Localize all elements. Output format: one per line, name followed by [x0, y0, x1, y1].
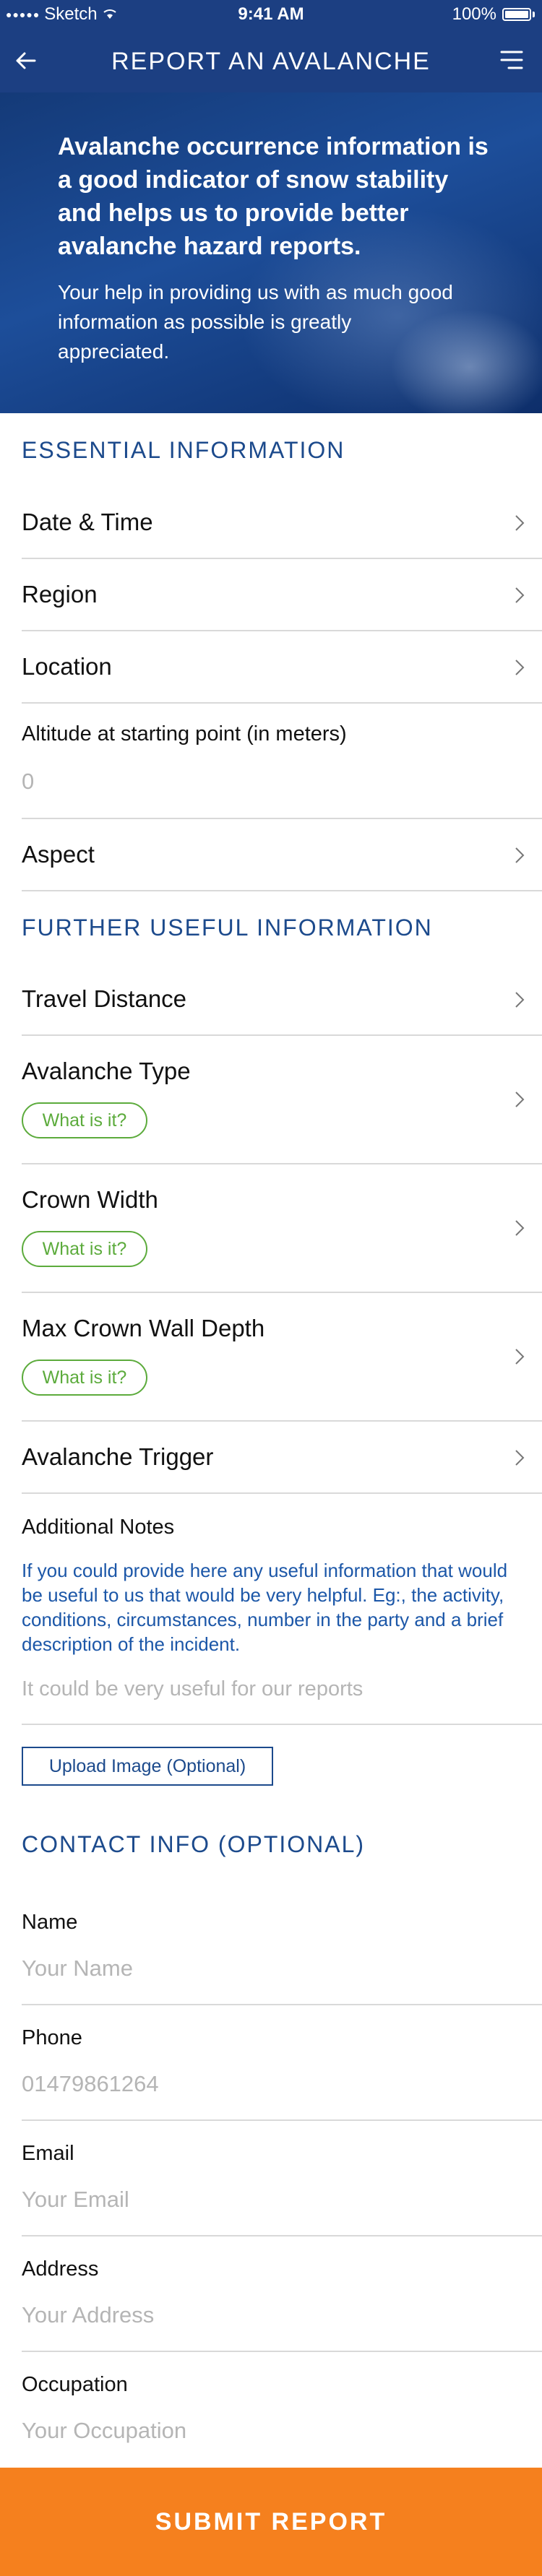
phone-input[interactable]: 01479861264 — [22, 2071, 159, 2097]
status-bar: ●●●●● Sketch 9:41 AM 100% — [0, 0, 542, 29]
address-input[interactable]: Your Address — [22, 2302, 154, 2328]
chevron-right-icon — [513, 585, 526, 605]
name-label: Name — [22, 1911, 78, 1934]
chevron-right-icon — [513, 845, 526, 865]
divider — [22, 2119, 542, 2121]
divider — [22, 1724, 542, 1725]
status-right: 100% — [452, 4, 535, 25]
row-avalanche-type[interactable]: Avalanche Type What is it? — [22, 1036, 542, 1164]
page-title: REPORT AN AVALANCHE — [111, 48, 431, 75]
section-title-contact: CONTACT INFO (OPTIONAL) — [22, 1831, 366, 1857]
row-label: Date & Time — [22, 509, 153, 535]
notes-input[interactable]: It could be very useful for our reports — [22, 1677, 363, 1701]
row-region[interactable]: Region — [22, 559, 542, 631]
chevron-right-icon — [513, 990, 526, 1010]
battery-percent: 100% — [452, 4, 496, 24]
row-label: Aspect — [22, 841, 95, 868]
battery-tip — [533, 12, 535, 17]
row-label: Location — [22, 653, 112, 680]
occupation-label: Occupation — [22, 2373, 128, 2396]
name-input[interactable]: Your Name — [22, 1955, 133, 1981]
chevron-right-icon — [513, 513, 526, 533]
notes-label: Additional Notes — [22, 1516, 175, 1539]
submit-report-button[interactable]: SUBMIT REPORT — [0, 2468, 542, 2576]
what-is-it-button[interactable]: What is it? — [22, 1360, 147, 1396]
row-label: Crown Width — [22, 1186, 158, 1213]
battery-icon — [502, 8, 531, 21]
chevron-right-icon — [513, 657, 526, 678]
altitude-label: Altitude at starting point (in meters) — [22, 722, 347, 745]
section-title-essential: ESSENTIAL INFORMATION — [22, 437, 345, 463]
chevron-right-icon — [513, 1089, 526, 1110]
what-is-it-button[interactable]: What is it? — [22, 1102, 147, 1138]
row-max-crown-wall-depth[interactable]: Max Crown Wall Depth What is it? — [22, 1293, 542, 1422]
altitude-input[interactable]: 0 — [22, 769, 34, 795]
altitude-field[interactable]: Altitude at starting point (in meters) 0 — [22, 704, 542, 819]
hero-banner: Avalanche occurrence information is a go… — [0, 92, 542, 413]
row-label: Avalanche Trigger — [22, 1443, 214, 1470]
menu-icon[interactable] — [500, 49, 523, 71]
row-label: Max Crown Wall Depth — [22, 1315, 265, 1341]
chevron-right-icon — [513, 1347, 526, 1367]
row-avalanche-trigger[interactable]: Avalanche Trigger — [22, 1422, 542, 1494]
email-label: Email — [22, 2142, 74, 2165]
chevron-right-icon — [513, 1218, 526, 1238]
row-location[interactable]: Location — [22, 631, 542, 704]
notes-description: If you could provide here any useful inf… — [22, 1560, 508, 1655]
divider — [22, 2004, 542, 2005]
phone-label: Phone — [22, 2026, 82, 2049]
row-date-time[interactable]: Date & Time — [22, 487, 542, 559]
row-label: Avalanche Type — [22, 1058, 191, 1084]
divider — [22, 2351, 542, 2352]
chevron-right-icon — [513, 1448, 526, 1468]
nav-bar: REPORT AN AVALANCHE — [0, 29, 542, 92]
row-label: Travel Distance — [22, 985, 187, 1012]
divider — [22, 2235, 542, 2236]
email-input[interactable]: Your Email — [22, 2187, 129, 2213]
address-label: Address — [22, 2257, 99, 2281]
upload-image-button[interactable]: Upload Image (Optional) — [22, 1747, 273, 1786]
hero-lead-text: Avalanche occurrence information is a go… — [58, 133, 489, 260]
row-travel-distance[interactable]: Travel Distance — [22, 964, 542, 1036]
occupation-input[interactable]: Your Occupation — [22, 2418, 186, 2444]
hero-sub-text: Your help in providing us with as much g… — [58, 281, 453, 363]
section-title-further: FURTHER USEFUL INFORMATION — [22, 915, 433, 941]
what-is-it-button[interactable]: What is it? — [22, 1231, 147, 1267]
row-aspect[interactable]: Aspect — [22, 819, 542, 891]
row-label: Region — [22, 581, 98, 608]
row-crown-width[interactable]: Crown Width What is it? — [22, 1164, 542, 1293]
